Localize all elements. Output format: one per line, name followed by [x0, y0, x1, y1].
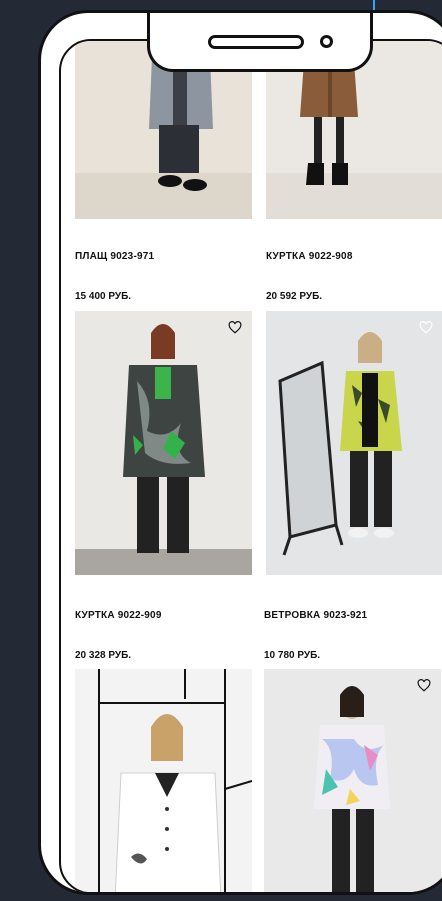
product-price: 20 328 РУБ. — [75, 650, 132, 661]
camera-icon — [320, 35, 333, 48]
product-image[interactable] — [264, 669, 441, 892]
product-image[interactable] — [266, 311, 442, 575]
product-name[interactable]: КУРТКА 9022-909 — [75, 610, 162, 621]
product-name[interactable]: ПЛАЩ 9023-971 — [75, 251, 154, 262]
heart-outline-icon[interactable] — [417, 679, 431, 692]
speaker-icon — [208, 35, 304, 49]
product-name[interactable]: КУРТКА 9022-908 — [266, 251, 353, 262]
phone-notch — [147, 13, 373, 72]
product-name[interactable]: ВЕТРОВКА 9023-921 — [264, 610, 367, 621]
product-price: 10 780 РУБ. — [264, 650, 321, 661]
product-image[interactable] — [75, 311, 252, 575]
product-price: 15 400 РУБ. — [75, 291, 132, 302]
phone-screen: ПЛАЩ 9023-971 КУРТКА 9022-908 15 400 РУБ… — [59, 39, 442, 892]
product-image[interactable] — [75, 669, 252, 892]
product-price: 20 592 РУБ. — [266, 291, 323, 302]
heart-outline-icon[interactable] — [228, 321, 242, 334]
accent-line — [373, 0, 375, 10]
phone-frame: ПЛАЩ 9023-971 КУРТКА 9022-908 15 400 РУБ… — [38, 10, 442, 895]
heart-outline-icon[interactable] — [419, 321, 433, 334]
